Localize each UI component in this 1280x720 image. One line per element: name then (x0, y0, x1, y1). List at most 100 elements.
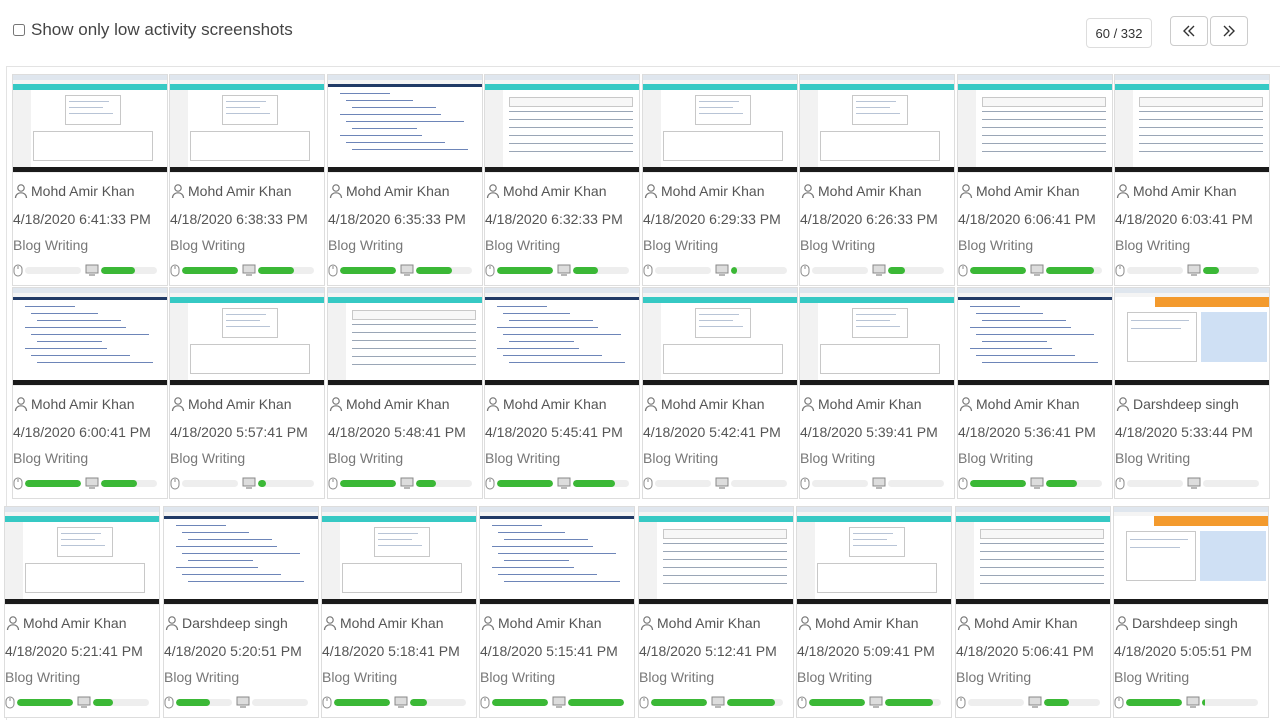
screenshot-project: Blog Writing (958, 237, 1034, 253)
screenshot-card[interactable]: Mohd Amir Khan 4/18/2020 6:38:33 PM Blog W… (169, 74, 325, 286)
monitor-icon (242, 264, 256, 276)
user-name: Darshdeep singh (182, 615, 288, 631)
screenshot-card[interactable]: Darshdeep singh 4/18/2020 5:33:44 PM Blog … (1114, 287, 1270, 499)
screenshot-thumbnail[interactable] (328, 288, 482, 386)
screen-activity-track (731, 479, 787, 487)
screenshot-card[interactable]: Mohd Amir Khan 4/18/2020 6:00:41 PM Blog W… (12, 287, 168, 499)
screenshot-card[interactable]: Mohd Amir Khan 4/18/2020 5:09:41 PM Blog W… (796, 506, 952, 718)
screenshot-thumbnail[interactable] (485, 75, 639, 173)
screenshot-card[interactable]: Mohd Amir Khan 4/18/2020 6:26:33 PM Blog W… (799, 74, 955, 286)
screenshot-thumbnail[interactable] (322, 507, 476, 605)
activity-bars (639, 695, 793, 709)
activity-bars (958, 263, 1112, 277)
screenshot-thumbnail[interactable] (800, 75, 954, 173)
monitor-icon (872, 477, 886, 489)
screenshot-thumbnail[interactable] (958, 75, 1112, 173)
monitor-icon (400, 264, 414, 276)
mouse-icon (800, 264, 810, 276)
mouse-icon (956, 696, 966, 708)
screenshot-card[interactable]: Mohd Amir Khan 4/18/2020 6:41:33 PM Blog W… (12, 74, 168, 286)
screenshot-card[interactable]: Mohd Amir Khan 4/18/2020 6:03:41 PM Blog W… (1114, 74, 1270, 286)
screenshot-thumbnail[interactable] (5, 507, 159, 605)
low-activity-checkbox[interactable] (13, 24, 25, 36)
screenshot-card[interactable]: Darshdeep singh 4/18/2020 5:20:51 PM Blog … (163, 506, 319, 718)
screen-activity-track (888, 266, 944, 274)
screenshot-thumbnail[interactable] (643, 288, 797, 386)
screenshot-thumbnail[interactable] (639, 507, 793, 605)
screenshot-thumbnail[interactable] (797, 507, 951, 605)
screenshot-thumbnail[interactable] (800, 288, 954, 386)
screenshot-thumbnail[interactable] (643, 75, 797, 173)
user-icon (171, 184, 185, 199)
monitor-icon (552, 696, 566, 708)
screenshot-thumbnail[interactable] (480, 507, 634, 605)
screenshot-card[interactable]: Mohd Amir Khan 4/18/2020 5:39:41 PM Blog W… (799, 287, 955, 499)
user-icon (959, 184, 973, 199)
screen-activity-track (93, 698, 149, 706)
next-page-button[interactable] (1210, 16, 1248, 46)
screen-activity-fill (568, 698, 624, 706)
screenshot-card[interactable]: Mohd Amir Khan 4/18/2020 5:06:41 PM Blog W… (955, 506, 1111, 718)
screenshot-card[interactable]: Mohd Amir Khan 4/18/2020 5:18:41 PM Blog W… (321, 506, 477, 718)
mouse-icon (643, 477, 653, 489)
monitor-icon (236, 696, 250, 708)
screenshot-user: Mohd Amir Khan (958, 183, 1080, 199)
screenshot-thumbnail[interactable] (328, 75, 482, 173)
screenshot-card[interactable]: Mohd Amir Khan 4/18/2020 5:42:41 PM Blog W… (642, 287, 798, 499)
user-name: Mohd Amir Khan (976, 396, 1080, 412)
mouse-activity-track (1127, 479, 1183, 487)
screenshot-card[interactable]: Mohd Amir Khan 4/18/2020 6:29:33 PM Blog W… (642, 74, 798, 286)
mouse-icon (5, 696, 15, 708)
screen-activity-track (258, 479, 314, 487)
previous-page-button[interactable] (1170, 16, 1208, 46)
screenshot-thumbnail[interactable] (13, 288, 167, 386)
screenshot-card[interactable]: Mohd Amir Khan 4/18/2020 5:15:41 PM Blog W… (479, 506, 635, 718)
screenshot-card[interactable]: Mohd Amir Khan 4/18/2020 5:57:41 PM Blog W… (169, 287, 325, 499)
screenshot-thumbnail[interactable] (170, 75, 324, 173)
mouse-icon (485, 264, 495, 276)
screen-activity-track (1046, 479, 1102, 487)
user-name: Mohd Amir Khan (498, 615, 602, 631)
screenshot-card[interactable]: Mohd Amir Khan 4/18/2020 5:36:41 PM Blog W… (957, 287, 1113, 499)
screenshot-thumbnail[interactable] (164, 507, 318, 605)
low-activity-filter[interactable]: Show only low activity screenshots (13, 20, 293, 40)
mouse-activity-track (497, 479, 553, 487)
screenshot-card[interactable]: Mohd Amir Khan 4/18/2020 5:21:41 PM Blog W… (4, 506, 160, 718)
user-icon (644, 397, 658, 412)
activity-bars (170, 263, 324, 277)
screenshot-timestamp: 4/18/2020 5:39:41 PM (800, 424, 938, 440)
screenshot-thumbnail[interactable] (956, 507, 1110, 605)
mouse-activity-track (1127, 266, 1183, 274)
screenshot-timestamp: 4/18/2020 6:26:33 PM (800, 211, 938, 227)
screenshot-thumbnail[interactable] (170, 288, 324, 386)
mouse-icon (485, 477, 495, 489)
mouse-activity-track (968, 698, 1024, 706)
screenshot-user: Darshdeep singh (164, 615, 288, 631)
screen-activity-track (101, 266, 157, 274)
screenshot-card[interactable]: Mohd Amir Khan 4/18/2020 5:45:41 PM Blog W… (484, 287, 640, 499)
screenshot-thumbnail[interactable] (485, 288, 639, 386)
screen-activity-fill (1203, 266, 1219, 274)
screenshot-card[interactable]: Darshdeep singh 4/18/2020 5:05:51 PM Blog … (1113, 506, 1269, 718)
screenshot-card[interactable]: Mohd Amir Khan 4/18/2020 6:06:41 PM Blog W… (957, 74, 1113, 286)
screenshot-thumbnail[interactable] (1115, 75, 1269, 173)
mouse-activity-fill (492, 698, 548, 706)
mouse-activity-fill (17, 698, 73, 706)
screenshot-thumbnail[interactable] (1115, 288, 1269, 386)
screenshot-card[interactable]: Mohd Amir Khan 4/18/2020 6:35:33 PM Blog W… (327, 74, 483, 286)
mouse-icon (639, 696, 649, 708)
monitor-icon (394, 696, 408, 708)
screenshot-card[interactable]: Mohd Amir Khan 4/18/2020 5:12:41 PM Blog W… (638, 506, 794, 718)
mouse-activity-track (1126, 698, 1182, 706)
screenshot-thumbnail[interactable] (13, 75, 167, 173)
mouse-activity-fill (497, 479, 553, 487)
screenshot-thumbnail[interactable] (958, 288, 1112, 386)
screenshot-card[interactable]: Mohd Amir Khan 4/18/2020 6:32:33 PM Blog W… (484, 74, 640, 286)
screenshot-thumbnail[interactable] (1114, 507, 1268, 605)
user-icon (1115, 616, 1129, 631)
screenshot-card[interactable]: Mohd Amir Khan 4/18/2020 5:48:41 PM Blog W… (327, 287, 483, 499)
screenshot-user: Mohd Amir Khan (480, 615, 602, 631)
screen-activity-track (258, 266, 314, 274)
mouse-activity-track (812, 479, 868, 487)
screenshot-timestamp: 4/18/2020 5:18:41 PM (322, 643, 460, 659)
